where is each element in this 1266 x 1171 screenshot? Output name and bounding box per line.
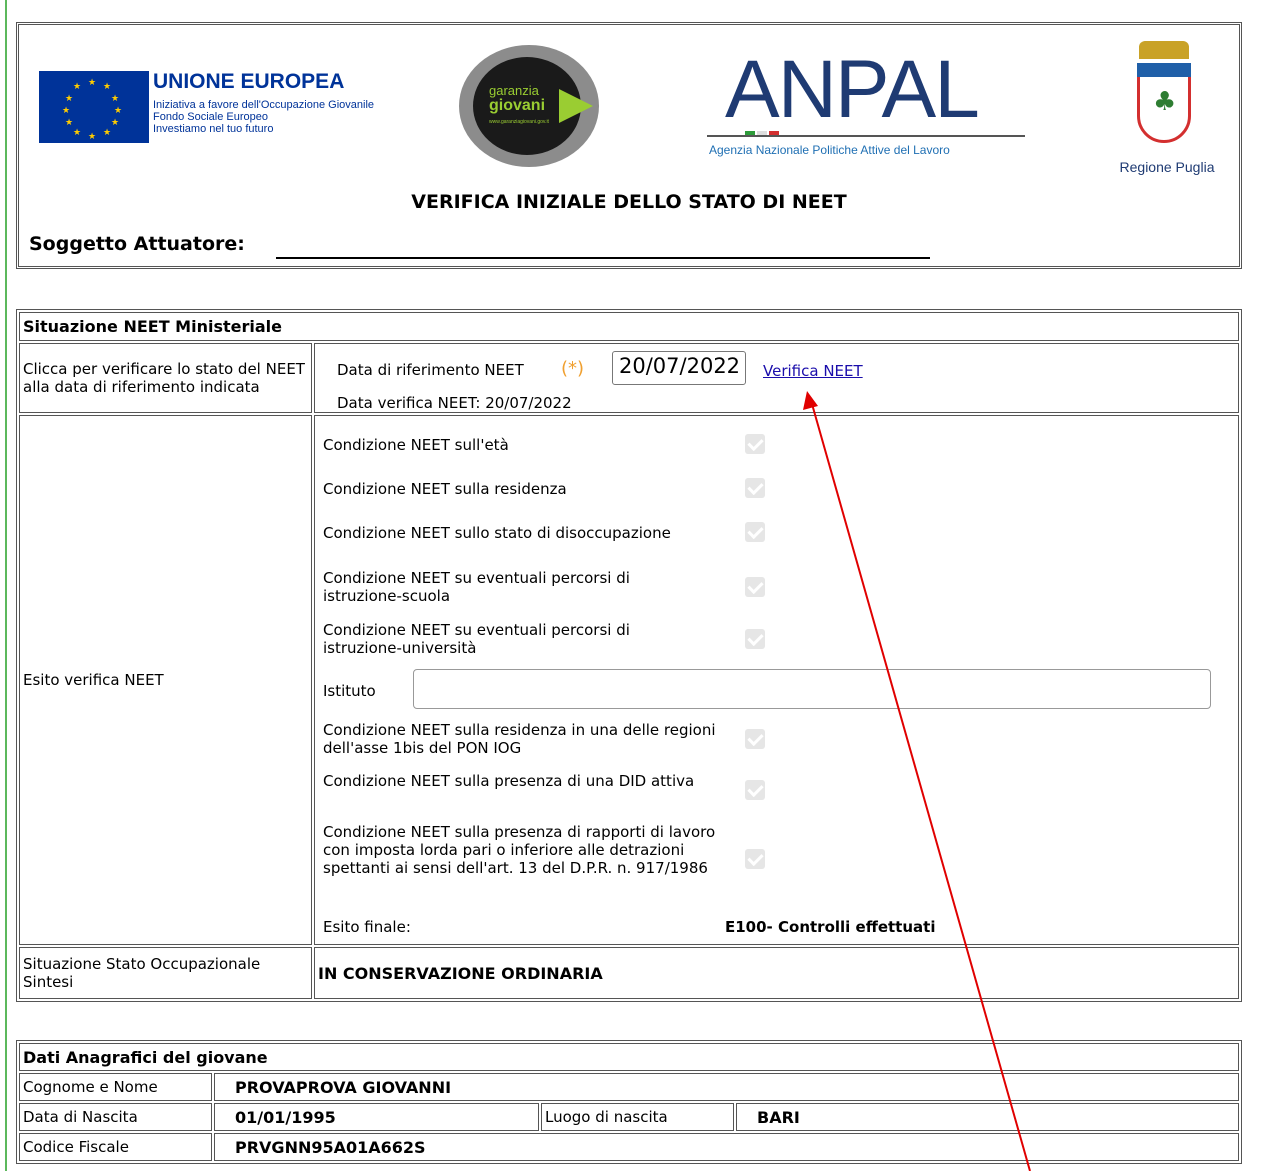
annotation-arrow [803, 391, 1031, 1171]
